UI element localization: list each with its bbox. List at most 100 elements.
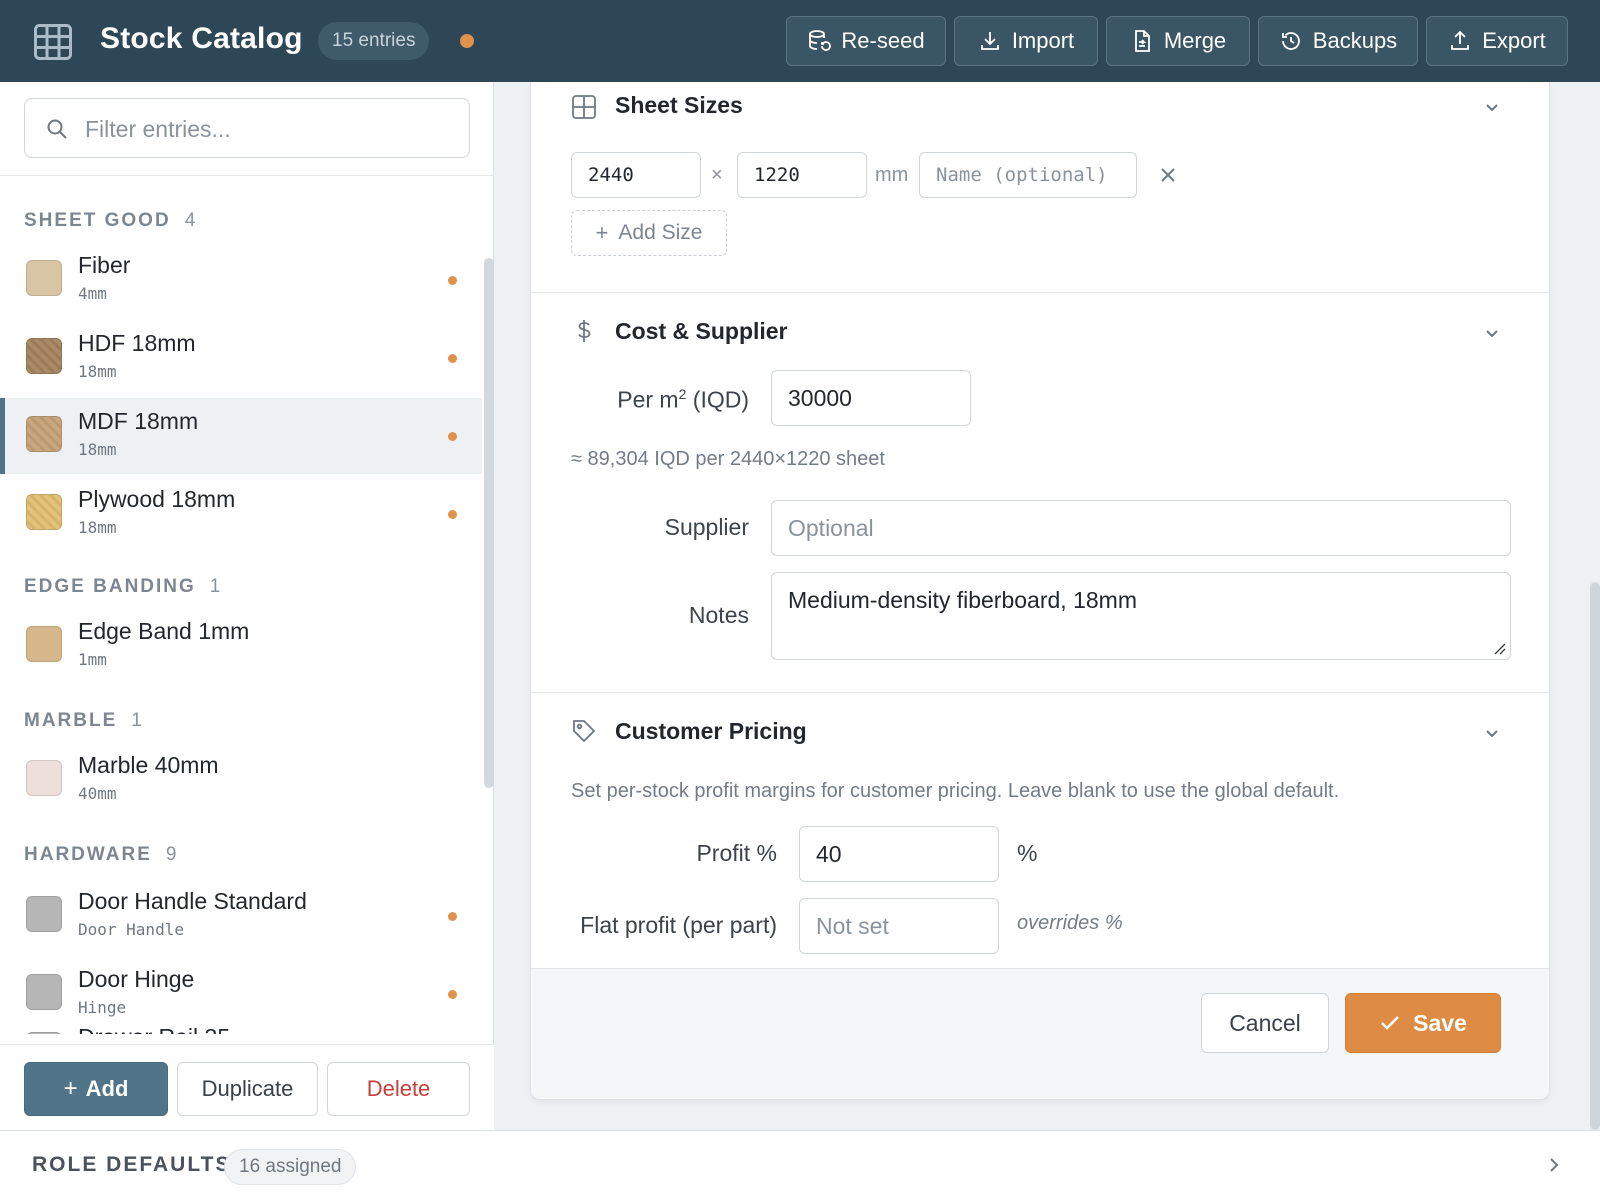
sheet-name-field[interactable] xyxy=(919,152,1137,198)
add-size-label: Add Size xyxy=(618,221,703,244)
main-scrollbar[interactable] xyxy=(1590,582,1600,1130)
item-status-dot xyxy=(448,912,457,921)
app-title: Stock Catalog xyxy=(100,22,303,55)
group-name: EDGE BANDING xyxy=(24,576,196,597)
duplicate-button[interactable]: Duplicate xyxy=(177,1062,318,1116)
filter-input[interactable] xyxy=(85,109,455,149)
sheet-width-input[interactable] xyxy=(572,153,700,197)
group-name: MARBLE xyxy=(24,710,118,731)
sidebar-footer: + Add Duplicate Delete xyxy=(0,1044,494,1130)
save-button[interactable]: Save xyxy=(1345,993,1501,1053)
sidebar-scrollbar-thumb[interactable] xyxy=(484,258,494,788)
top-bar: Stock Catalog 15 entries Re-seed Import … xyxy=(0,0,1600,82)
material-swatch xyxy=(26,1032,62,1034)
notes-field[interactable]: Medium-density fiberboard, 18mm xyxy=(771,572,1511,660)
plus-icon: + xyxy=(595,220,609,245)
item-subtitle: 18mm xyxy=(78,362,117,381)
filter-search-box[interactable] xyxy=(24,98,470,158)
checkmark-icon xyxy=(1381,1016,1399,1030)
material-swatch xyxy=(26,260,62,296)
editor-actions-bar: Cancel Save xyxy=(531,968,1549,1099)
export-button[interactable]: Export xyxy=(1426,16,1568,66)
group-count: 9 xyxy=(165,844,177,865)
material-swatch xyxy=(26,494,62,530)
sheet-height-input[interactable] xyxy=(738,153,866,197)
group-count: 4 xyxy=(184,210,196,231)
item-subtitle: 4mm xyxy=(78,284,107,303)
item-name: Edge Band 1mm xyxy=(78,618,250,644)
backups-button[interactable]: Backups xyxy=(1258,16,1418,66)
add-size-button[interactable]: + Add Size xyxy=(571,210,727,256)
material-swatch xyxy=(26,896,62,932)
group-header-sheet-good: SHEET GOOD 4 xyxy=(24,210,195,232)
remove-size-close-icon[interactable] xyxy=(1159,166,1177,184)
profit-percent-field[interactable] xyxy=(799,826,999,882)
flat-profit-input[interactable] xyxy=(800,899,998,953)
sheet-width-field[interactable] xyxy=(571,152,701,198)
delete-button[interactable]: Delete xyxy=(327,1062,470,1116)
times-symbol: × xyxy=(711,164,723,186)
per-m2-field[interactable] xyxy=(771,370,971,426)
import-button[interactable]: Import xyxy=(954,16,1098,66)
item-status-dot xyxy=(448,510,457,519)
chevron-down-icon[interactable] xyxy=(1483,98,1501,116)
grid-table-icon xyxy=(34,24,72,60)
item-name: Fiber xyxy=(78,252,131,278)
item-name: Door Handle Standard xyxy=(78,888,307,914)
sheet-height-field[interactable] xyxy=(737,152,867,198)
profit-percent-input[interactable] xyxy=(800,827,998,881)
list-item[interactable]: Edge Band 1mm 1mm xyxy=(0,608,482,684)
per-sheet-estimate: ≈ 89,304 IQD per 2440×1220 sheet xyxy=(571,448,885,470)
list-item[interactable]: Marble 40mm 40mm xyxy=(0,742,482,818)
per-m2-label: Per m2 (IQD) xyxy=(571,386,749,414)
item-subtitle: Door Handle xyxy=(78,920,184,939)
item-status-dot xyxy=(448,276,457,285)
cancel-button[interactable]: Cancel xyxy=(1201,993,1329,1053)
section-title-customer-pricing: Customer Pricing xyxy=(615,718,807,744)
percent-unit: % xyxy=(1017,840,1038,866)
group-name: SHEET GOOD xyxy=(24,210,171,231)
notes-textarea[interactable]: Medium-density fiberboard, 18mm xyxy=(772,573,1510,659)
stock-editor-card: Sheet Sizes × mm + Add Size Cost & Suppl… xyxy=(530,82,1550,1100)
list-item-selected[interactable]: MDF 18mm 18mm xyxy=(0,398,482,474)
supplier-input[interactable] xyxy=(772,501,1510,555)
list-item[interactable]: Door Handle Standard Door Handle xyxy=(0,878,482,954)
download-icon xyxy=(980,32,999,50)
save-label: Save xyxy=(1413,1009,1467,1036)
item-name: HDF 18mm xyxy=(78,330,196,356)
list-item[interactable]: Fiber 4mm xyxy=(0,242,482,318)
chevron-right-icon[interactable] xyxy=(1544,1155,1564,1175)
supplier-field[interactable] xyxy=(771,500,1511,556)
item-status-dot xyxy=(448,432,457,441)
role-defaults-title: ROLE DEFAULTS xyxy=(32,1153,232,1176)
add-entry-button[interactable]: + Add xyxy=(24,1062,168,1116)
flat-profit-label: Flat profit (per part) xyxy=(580,912,777,938)
reseed-button[interactable]: Re-seed xyxy=(786,16,946,66)
list-item[interactable]: Plywood 18mm 18mm xyxy=(0,476,482,552)
group-header-marble: MARBLE 1 xyxy=(24,710,142,732)
flat-profit-field[interactable] xyxy=(799,898,999,954)
item-name: MDF 18mm xyxy=(78,408,199,434)
resize-grip-icon[interactable] xyxy=(1492,641,1506,655)
export-label: Export xyxy=(1482,28,1546,53)
list-item[interactable]: HDF 18mm 18mm xyxy=(0,320,482,396)
per-m2-input[interactable] xyxy=(772,371,970,425)
reseed-label: Re-seed xyxy=(841,28,925,53)
sheet-name-input[interactable] xyxy=(920,153,1136,197)
merge-button[interactable]: Merge xyxy=(1106,16,1250,66)
add-label: Add xyxy=(85,1076,129,1101)
section-title-cost-supplier: Cost & Supplier xyxy=(615,318,788,344)
unit-label: mm xyxy=(875,164,909,186)
item-subtitle: 18mm xyxy=(78,440,117,459)
chevron-down-icon[interactable] xyxy=(1483,724,1501,742)
section-title-sheet-sizes: Sheet Sizes xyxy=(615,92,743,118)
material-swatch xyxy=(26,760,62,796)
stock-list: SHEET GOOD 4 Fiber 4mm HDF 18mm 18mm MDF … xyxy=(0,176,482,1034)
sidebar-scrollbar[interactable] xyxy=(482,176,494,788)
list-item[interactable]: Drawer Rail 35 xyxy=(0,1014,482,1034)
pricing-description: Set per-stock profit margins for custome… xyxy=(571,780,1340,802)
role-defaults-bar[interactable]: ROLE DEFAULTS 16 assigned xyxy=(0,1130,1600,1200)
chevron-down-icon[interactable] xyxy=(1483,324,1501,342)
unsaved-status-dot xyxy=(460,34,474,48)
flat-profit-hint: overrides % xyxy=(1017,912,1123,934)
